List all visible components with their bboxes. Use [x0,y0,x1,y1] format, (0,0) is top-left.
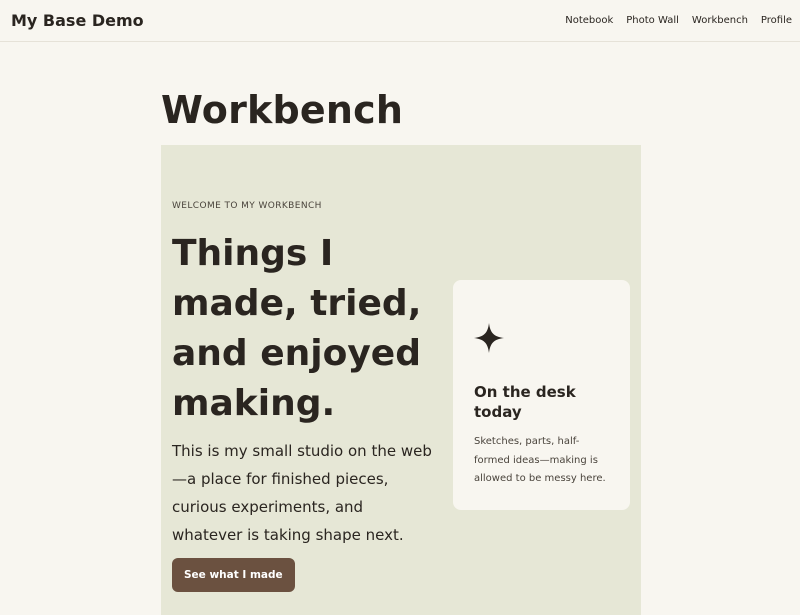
brand-logo-link[interactable]: My Base Demo [11,11,144,30]
desk-card-title: On the desk today [474,383,576,421]
nav-profile[interactable]: Profile [761,15,792,26]
top-bar: My Base Demo Notebook Photo Wall Workben… [0,0,800,42]
hero-eyebrow: WELCOME TO MY WORKBENCH [172,201,322,211]
hero-section: WELCOME TO MY WORKBENCH Things I made, t… [161,145,641,615]
nav-photo-wall[interactable]: Photo Wall [626,15,679,26]
hero-lede: This is my small studio on the web—a pla… [172,442,432,544]
main-nav: Notebook Photo Wall Workbench Profile [565,15,792,26]
see-what-i-made-button[interactable]: See what I made [172,558,295,592]
nav-notebook[interactable]: Notebook [565,15,613,26]
on-the-desk-card: On the desk today Sketches, parts, half-… [453,280,630,510]
page-title: Workbench [161,88,404,132]
hero-headline: Things I made, tried, and enjoyed making… [172,233,422,424]
desk-card-body: Sketches, parts, half-formed ideas—makin… [474,436,606,484]
sparkle-icon [474,323,504,353]
nav-workbench[interactable]: Workbench [692,15,748,26]
